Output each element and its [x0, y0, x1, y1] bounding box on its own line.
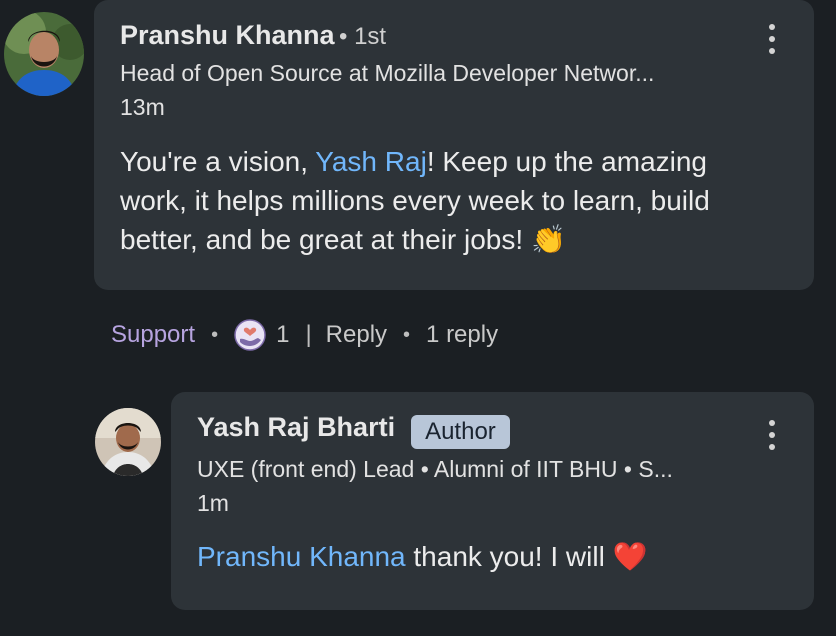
reaction-count[interactable]: 1	[276, 321, 289, 349]
author-headline: Head of Open Source at Mozilla Developer…	[120, 60, 655, 86]
replies-count-link[interactable]: 1 reply	[426, 321, 498, 349]
separator-dot: •	[211, 323, 219, 346]
comment-timestamp: 13m	[120, 94, 165, 120]
reply-timestamp: 1m	[197, 490, 229, 516]
reply-author-headline: UXE (front end) Lead • Alumni of IIT BHU…	[197, 456, 673, 482]
reply-button[interactable]: Reply	[326, 321, 387, 349]
comment-text-start: You're a vision,	[120, 146, 316, 177]
support-button[interactable]: Support	[111, 321, 195, 349]
more-options-icon[interactable]	[767, 420, 777, 450]
mention-link[interactable]: Yash Raj	[315, 146, 427, 177]
separator-dot: •	[403, 323, 411, 346]
author-badge: Author	[411, 414, 510, 449]
reply-text-body: thank you! I will	[405, 541, 613, 572]
connection-degree: • 1st	[339, 23, 387, 50]
comment-actions: Support • 1 | Reply • 1 reply	[111, 316, 498, 354]
support-reaction-icon[interactable]	[234, 319, 266, 351]
reply-card: Yash Raj Bharti Author UXE (front end) Le…	[171, 392, 814, 610]
more-options-icon[interactable]	[767, 24, 777, 54]
comment-card: Pranshu Khanna • 1st Head of Open Source…	[94, 0, 814, 290]
reply-author-name[interactable]: Yash Raj Bharti	[197, 412, 395, 442]
comment-text: You're a vision, Yash Raj! Keep up the a…	[120, 142, 760, 259]
mention-link[interactable]: Pranshu Khanna	[197, 541, 406, 572]
avatar[interactable]	[4, 12, 84, 96]
avatar[interactable]	[95, 408, 161, 476]
comment-author-name[interactable]: Pranshu Khanna	[120, 20, 335, 50]
heart-emoji: ❤️	[612, 541, 648, 572]
reply-text: Pranshu Khanna thank you! I will ❤️	[197, 537, 647, 576]
separator-bar: |	[305, 321, 312, 348]
clapping-emoji: 👏	[530, 224, 566, 255]
